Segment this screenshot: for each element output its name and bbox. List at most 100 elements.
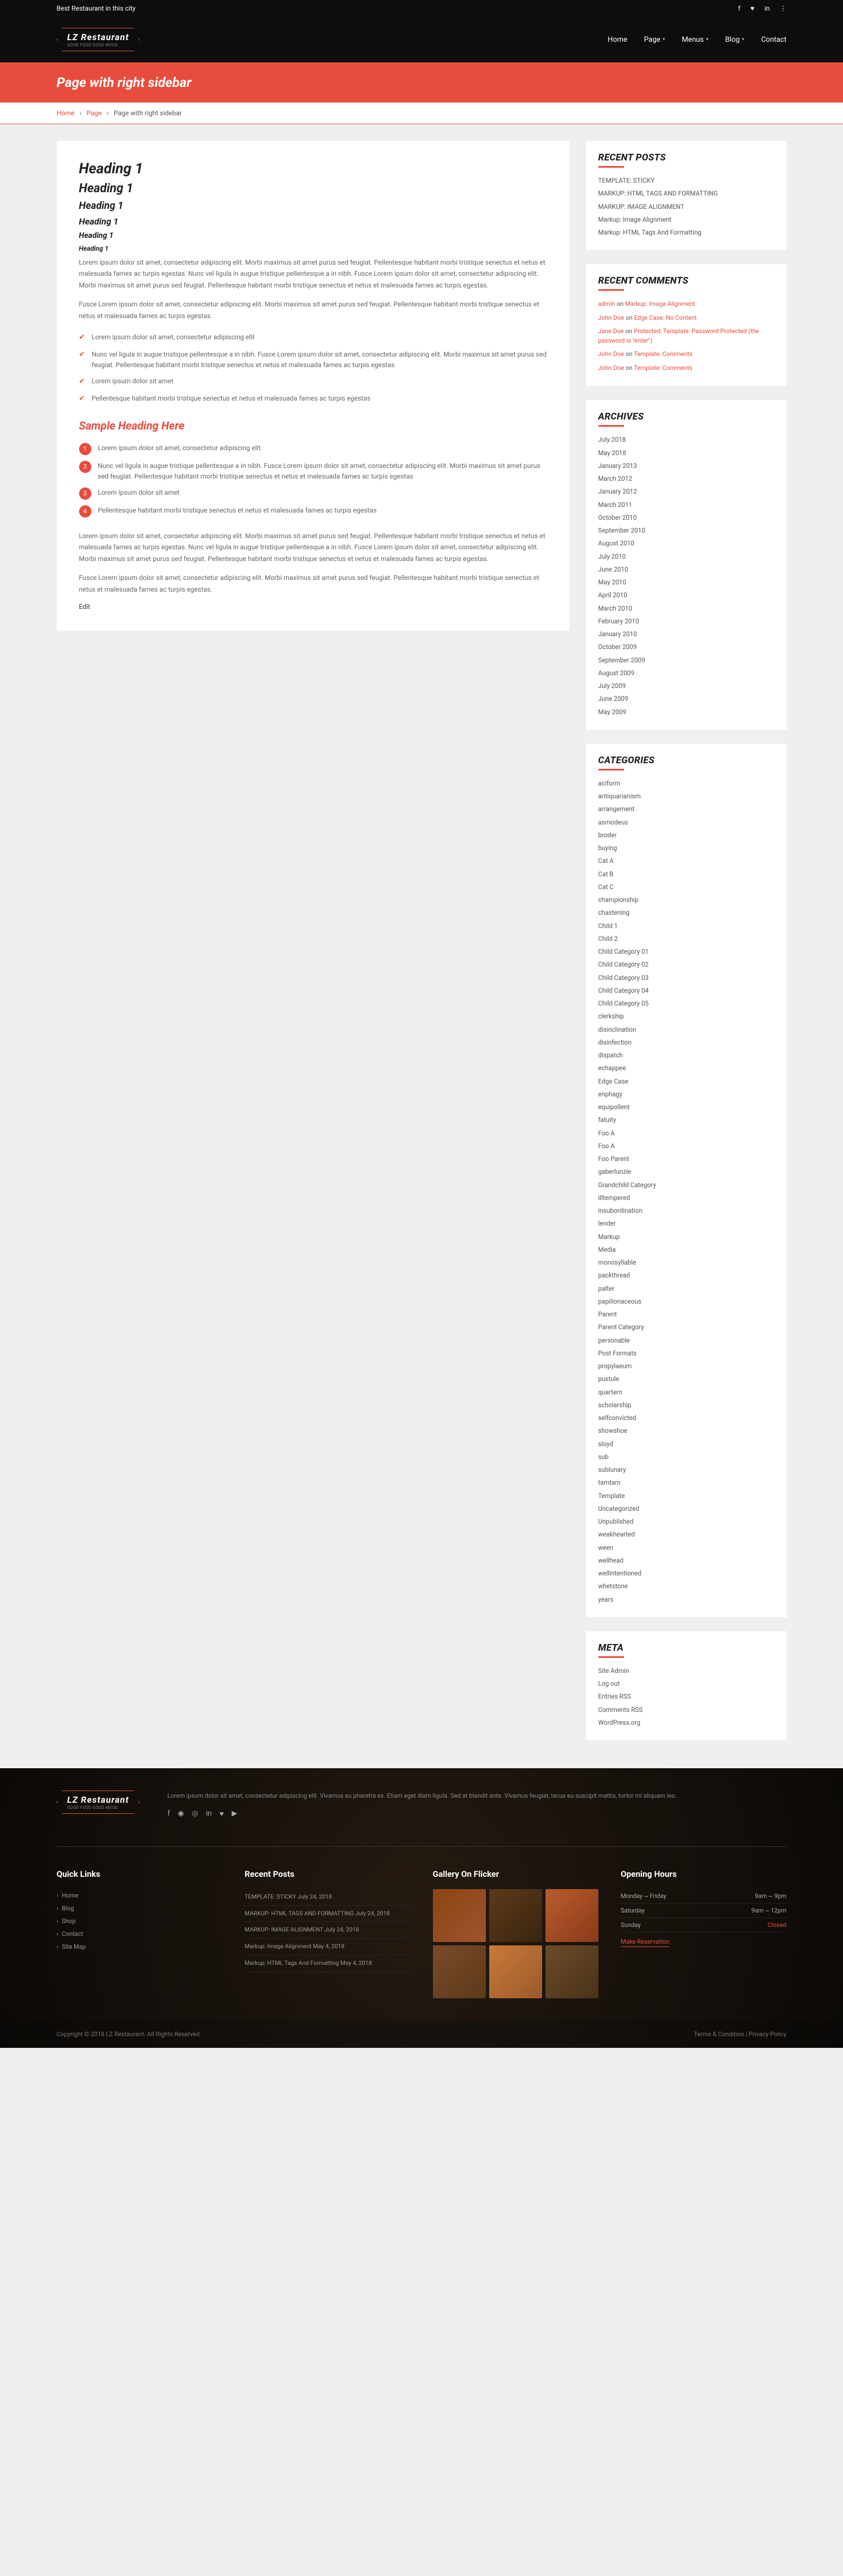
- gallery-thumb[interactable]: [433, 1889, 486, 1942]
- category-link[interactable]: asmodeus: [598, 816, 774, 829]
- quick-link[interactable]: Shop: [57, 1915, 223, 1928]
- archive-link[interactable]: March 2011: [598, 499, 774, 511]
- archive-link[interactable]: January 2013: [598, 460, 774, 472]
- gallery-thumb[interactable]: [433, 1945, 486, 1998]
- category-link[interactable]: Post Formats: [598, 1347, 774, 1360]
- nav-blog[interactable]: Blog▾: [725, 36, 745, 44]
- comment-post[interactable]: Edge Case: No Content: [634, 314, 697, 321]
- category-link[interactable]: Foo A: [598, 1140, 774, 1153]
- meta-link[interactable]: Comments RSS: [598, 1704, 774, 1716]
- quick-link[interactable]: Site Map: [57, 1940, 223, 1953]
- terms-link[interactable]: Terms & Condition: [694, 2031, 744, 2038]
- nav-page[interactable]: Page▾: [644, 36, 665, 44]
- crumb-page[interactable]: Page: [86, 109, 101, 117]
- category-link[interactable]: equipollent: [598, 1101, 774, 1114]
- category-link[interactable]: lender: [598, 1217, 774, 1230]
- comment-post[interactable]: Template: Comments: [634, 364, 693, 372]
- category-link[interactable]: personable: [598, 1334, 774, 1347]
- archive-link[interactable]: June 2010: [598, 563, 774, 576]
- category-link[interactable]: Child Category 03: [598, 972, 774, 984]
- category-link[interactable]: Child 2: [598, 933, 774, 945]
- category-link[interactable]: whetstone: [598, 1580, 774, 1593]
- category-link[interactable]: Markup: [598, 1231, 774, 1243]
- category-link[interactable]: Parent Category: [598, 1321, 774, 1334]
- category-link[interactable]: Child Category 05: [598, 997, 774, 1010]
- category-link[interactable]: Media: [598, 1243, 774, 1256]
- archive-link[interactable]: August 2010: [598, 537, 774, 550]
- quick-link[interactable]: Home: [57, 1889, 223, 1902]
- pinterest-icon[interactable]: ◉: [178, 1809, 184, 1818]
- category-link[interactable]: dispatch: [598, 1049, 774, 1062]
- category-link[interactable]: pustule: [598, 1373, 774, 1385]
- twitter-icon[interactable]: ♥: [220, 1809, 224, 1818]
- archive-link[interactable]: May 2018: [598, 447, 774, 460]
- category-link[interactable]: Child 1: [598, 920, 774, 933]
- category-link[interactable]: enphagy: [598, 1088, 774, 1101]
- category-link[interactable]: Child Category 04: [598, 984, 774, 997]
- recent-post-link[interactable]: TEMPLATE: STICKY: [598, 174, 774, 187]
- gallery-thumb[interactable]: [545, 1945, 598, 1998]
- footer-post-item[interactable]: TEMPLATE: STICKY July 24, 2018: [245, 1889, 411, 1906]
- quick-link[interactable]: Contact: [57, 1928, 223, 1940]
- logo[interactable]: LZ Restaurant GOOD FOOD GOOD MOOD: [57, 28, 140, 51]
- archive-link[interactable]: October 2009: [598, 641, 774, 653]
- category-link[interactable]: Foo A: [598, 1127, 774, 1140]
- category-link[interactable]: papilionaceous: [598, 1295, 774, 1308]
- category-link[interactable]: propylaeum: [598, 1360, 774, 1373]
- instagram-icon[interactable]: ◎: [192, 1809, 198, 1818]
- category-link[interactable]: fatuity: [598, 1114, 774, 1126]
- category-link[interactable]: wellhead: [598, 1554, 774, 1567]
- category-link[interactable]: Cat B: [598, 868, 774, 881]
- footer-post-item[interactable]: MARKUP: HTML TAGS AND FORMATTING July 24…: [245, 1906, 411, 1923]
- recent-post-link[interactable]: Markup: HTML Tags And Formatting: [598, 226, 774, 239]
- category-link[interactable]: scholarship: [598, 1399, 774, 1412]
- list-item[interactable]: Pellentesque habitant morbi tristique se…: [79, 391, 547, 408]
- category-link[interactable]: tamtam: [598, 1476, 774, 1489]
- category-link[interactable]: sub: [598, 1451, 774, 1463]
- category-link[interactable]: arrangement: [598, 803, 774, 816]
- linkedin-icon[interactable]: in: [764, 4, 770, 12]
- comment-post[interactable]: Template: Comments: [634, 350, 693, 358]
- make-reservation-link[interactable]: Make Reservation: [621, 1938, 669, 1947]
- meta-link[interactable]: Entries RSS: [598, 1690, 774, 1703]
- category-link[interactable]: Foo Parent: [598, 1153, 774, 1165]
- archive-link[interactable]: April 2010: [598, 589, 774, 602]
- comment-author[interactable]: Jane Doe: [598, 328, 624, 335]
- category-link[interactable]: sloyd: [598, 1438, 774, 1451]
- comment-author[interactable]: John Doe: [598, 350, 625, 358]
- meta-link[interactable]: WordPress.org: [598, 1716, 774, 1729]
- comment-post[interactable]: Markup: Image Alignment: [625, 300, 695, 308]
- category-link[interactable]: monosyllable: [598, 1256, 774, 1269]
- archive-link[interactable]: February 2010: [598, 615, 774, 628]
- nav-menus[interactable]: Menus▾: [682, 36, 709, 44]
- category-link[interactable]: wellintentioned: [598, 1567, 774, 1580]
- category-link[interactable]: Grandchild Category: [598, 1179, 774, 1192]
- linkedin-icon[interactable]: in: [206, 1809, 212, 1818]
- gallery-thumb[interactable]: [489, 1945, 542, 1998]
- meta-link[interactable]: Log out: [598, 1677, 774, 1690]
- category-link[interactable]: Cat C: [598, 881, 774, 894]
- category-link[interactable]: antiquarianism: [598, 790, 774, 803]
- gallery-thumb[interactable]: [489, 1889, 542, 1942]
- category-link[interactable]: broder: [598, 829, 774, 842]
- category-link[interactable]: showshoe: [598, 1424, 774, 1437]
- archive-link[interactable]: May 2009: [598, 706, 774, 719]
- footer-post-item[interactable]: Markup: Image Alignment May 4, 2018: [245, 1939, 411, 1955]
- archive-link[interactable]: July 2010: [598, 550, 774, 563]
- archive-link[interactable]: October 2010: [598, 511, 774, 524]
- category-link[interactable]: weakhearted: [598, 1528, 774, 1541]
- category-link[interactable]: Cat A: [598, 855, 774, 867]
- archive-link[interactable]: August 2009: [598, 667, 774, 680]
- list-item[interactable]: Lorem ipsum dolor sit amet: [79, 373, 547, 391]
- footer-logo[interactable]: LZ Restaurant GOOD FOOD GOOD MOOD: [57, 1790, 140, 1814]
- category-link[interactable]: disinclination: [598, 1023, 774, 1036]
- category-link[interactable]: clerkship: [598, 1010, 774, 1023]
- archive-link[interactable]: May 2010: [598, 576, 774, 589]
- nav-home[interactable]: Home: [608, 36, 627, 44]
- youtube-icon[interactable]: ▶: [232, 1809, 237, 1818]
- category-link[interactable]: chastening: [598, 906, 774, 919]
- category-link[interactable]: selfconvicted: [598, 1412, 774, 1424]
- category-link[interactable]: Child Category 01: [598, 945, 774, 958]
- archive-link[interactable]: July 2018: [598, 433, 774, 446]
- comment-author[interactable]: John Doe: [598, 314, 625, 321]
